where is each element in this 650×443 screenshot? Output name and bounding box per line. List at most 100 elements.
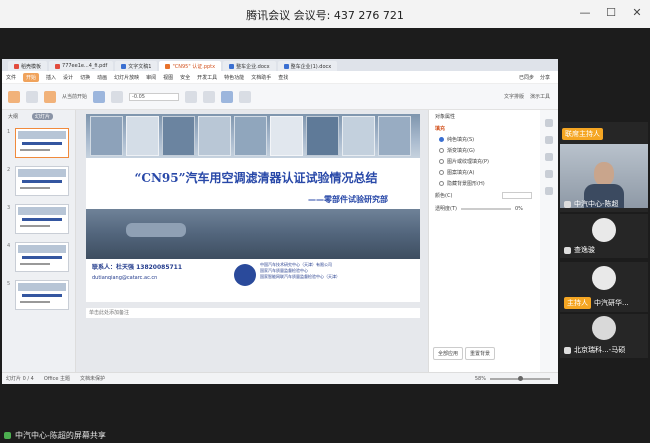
- menu-item[interactable]: 审阅: [146, 74, 156, 81]
- host-badge: 联席主持人: [562, 128, 603, 140]
- notes-area[interactable]: 单击此处添加备注: [86, 308, 420, 318]
- participant-tile[interactable]: 联席主持人 中汽中心-陈超: [560, 122, 648, 212]
- layout-icon[interactable]: [111, 90, 124, 103]
- radio-icon[interactable]: [439, 159, 444, 164]
- transition-icon[interactable]: [545, 153, 553, 161]
- design-icon[interactable]: [545, 170, 553, 178]
- slide-thumbnail[interactable]: 1: [7, 128, 69, 158]
- reset-background-button[interactable]: 重置背景: [465, 347, 496, 360]
- slide-thumbnail[interactable]: 3: [7, 204, 69, 234]
- fill-option[interactable]: 图片或纹理填充(P): [429, 156, 538, 167]
- menu-item[interactable]: 动画: [97, 74, 107, 81]
- menu-right-item[interactable]: 分享: [540, 74, 550, 81]
- tab-document[interactable]: 777ee1e...4_fi.pdf: [49, 61, 114, 71]
- thumb-title: [22, 294, 62, 297]
- right-tool-strip: [540, 110, 558, 372]
- menu-item[interactable]: 视图: [163, 74, 173, 81]
- present-tool-label[interactable]: 演示工具: [530, 93, 550, 100]
- slide-subtitle: ——零部件试验研究部: [308, 195, 388, 204]
- text-tool-label[interactable]: 文字排版: [504, 93, 524, 100]
- maximize-icon[interactable]: ☐: [604, 6, 618, 19]
- tab-document[interactable]: 稻壳模板: [8, 61, 48, 71]
- shared-screen: 稻壳模板 777ee1e...4_fi.pdf 文字文稿1 "CN95" 认证.ppt…: [2, 59, 558, 384]
- fill-option[interactable]: 隐藏背景图形(H): [429, 178, 538, 189]
- menu-item[interactable]: 设计: [63, 74, 73, 81]
- fill-option[interactable]: 渐变填充(G): [429, 145, 538, 156]
- slideshow-icon[interactable]: [44, 90, 56, 103]
- tab-outline[interactable]: 大纲: [8, 113, 18, 120]
- slideshow-label[interactable]: 从当前开始: [62, 93, 87, 100]
- close-icon[interactable]: ✕: [630, 6, 644, 19]
- menu-item[interactable]: 文件: [6, 74, 16, 81]
- meeting-titlebar: 腾讯会议 会议号: 437 276 721 — ☐ ✕: [0, 0, 650, 28]
- menu-item[interactable]: 安全: [180, 74, 190, 81]
- radio-icon[interactable]: [439, 137, 444, 142]
- bold-icon[interactable]: [185, 90, 198, 103]
- tab-document[interactable]: 文字文稿1: [115, 61, 158, 71]
- shape-icon[interactable]: [221, 90, 234, 103]
- slide-title: “CN95”汽车用空调滤清器认证试验情况总结: [134, 171, 378, 185]
- menu-item[interactable]: 切换: [80, 74, 90, 81]
- color-picker[interactable]: [502, 192, 532, 199]
- tab-document[interactable]: "CN95" 认证.pptx: [159, 61, 222, 71]
- app-root: 腾讯会议 会议号: 437 276 721 — ☐ ✕ 稻壳模板 777ee1e.…: [0, 0, 650, 443]
- transparency-slider[interactable]: [460, 207, 511, 210]
- thumb-title: [22, 218, 62, 221]
- radio-icon[interactable]: [439, 181, 444, 186]
- participant-tile[interactable]: 主持人 中汽研华...: [560, 262, 648, 312]
- slide-thumbnail[interactable]: 4: [7, 242, 69, 272]
- cut-icon[interactable]: [26, 90, 38, 103]
- animation-icon[interactable]: [545, 136, 553, 144]
- radio-icon[interactable]: [439, 170, 444, 175]
- participant-name: 北京瑞科...-马硕: [564, 345, 625, 355]
- menu-item[interactable]: 查找: [278, 74, 288, 81]
- wps-menu-bar: 文件 开始 插入 设计 切换 动画 幻灯片放映 审阅 视图 安全 开发工具 特色功能 文档助手 查找 已同步…: [2, 71, 558, 84]
- menu-right-item[interactable]: 已同步: [519, 74, 534, 81]
- banner-photo-cell: [378, 116, 411, 156]
- transparency-value[interactable]: 0%: [515, 206, 523, 212]
- menu-item[interactable]: 开始: [23, 72, 40, 82]
- banner-photo-cell: [306, 116, 339, 156]
- new-slide-icon[interactable]: [93, 90, 106, 103]
- property-icon[interactable]: [545, 119, 553, 127]
- slide-thumbnail[interactable]: 2: [7, 166, 69, 196]
- italic-icon[interactable]: [203, 90, 216, 103]
- participant-name: 中汽中心-陈超: [564, 199, 619, 209]
- fill-option[interactable]: 图案填充(A): [429, 167, 538, 178]
- radio-icon[interactable]: [439, 148, 444, 153]
- slide-email: dutianqiang@catarc.ac.cn: [92, 275, 158, 281]
- tab-document[interactable]: 整车企业.docx: [223, 61, 276, 71]
- paste-icon[interactable]: [8, 90, 20, 103]
- fill-section[interactable]: 填充: [429, 123, 538, 134]
- zoom-knob[interactable]: [518, 375, 523, 381]
- minimize-icon[interactable]: —: [578, 6, 592, 19]
- banner-photo-cell: [234, 116, 267, 156]
- menu-item[interactable]: 幻灯片放映: [114, 74, 139, 81]
- wps-toolbar: 从当前开始 -0.05 文字排版 演示工具: [2, 84, 558, 110]
- tab-slides[interactable]: 幻灯片: [32, 113, 54, 120]
- host-badge: 主持人: [564, 297, 591, 309]
- fill-option-label: 图片或纹理填充(P): [447, 159, 489, 165]
- tab-document[interactable]: 整车企业(1).docx: [277, 61, 338, 71]
- menu-item[interactable]: 文档助手: [251, 74, 271, 81]
- arrange-icon[interactable]: [239, 90, 252, 103]
- zoom-slider[interactable]: [490, 375, 550, 381]
- slide-thumbnail[interactable]: 5: [7, 280, 69, 310]
- current-slide[interactable]: “CN95”汽车用空调滤清器认证试验情况总结 ——零部件试验研究部 联系人：杜天…: [86, 114, 420, 302]
- apply-all-button[interactable]: 全部应用: [433, 347, 464, 360]
- settings-icon[interactable]: [545, 187, 553, 195]
- document-icon: [229, 63, 235, 69]
- menu-item[interactable]: 插入: [46, 74, 56, 81]
- fill-option[interactable]: 纯色填充(S): [429, 134, 538, 145]
- zoom-value[interactable]: 58%: [475, 376, 486, 382]
- banner-photo-cell: [126, 116, 159, 156]
- font-size-input[interactable]: -0.05: [129, 92, 180, 101]
- fill-option-label: 图案填充(A): [447, 170, 475, 176]
- menu-item[interactable]: 特色功能: [224, 74, 244, 81]
- thumb-text: [20, 187, 50, 189]
- menu-item[interactable]: 开发工具: [197, 74, 217, 81]
- participant-tile[interactable]: 北京瑞科...-马硕: [560, 314, 648, 358]
- participant-tile[interactable]: 查逸骏: [560, 214, 648, 258]
- doc-status[interactable]: 文档未保护: [80, 375, 105, 382]
- avatar: [592, 266, 616, 290]
